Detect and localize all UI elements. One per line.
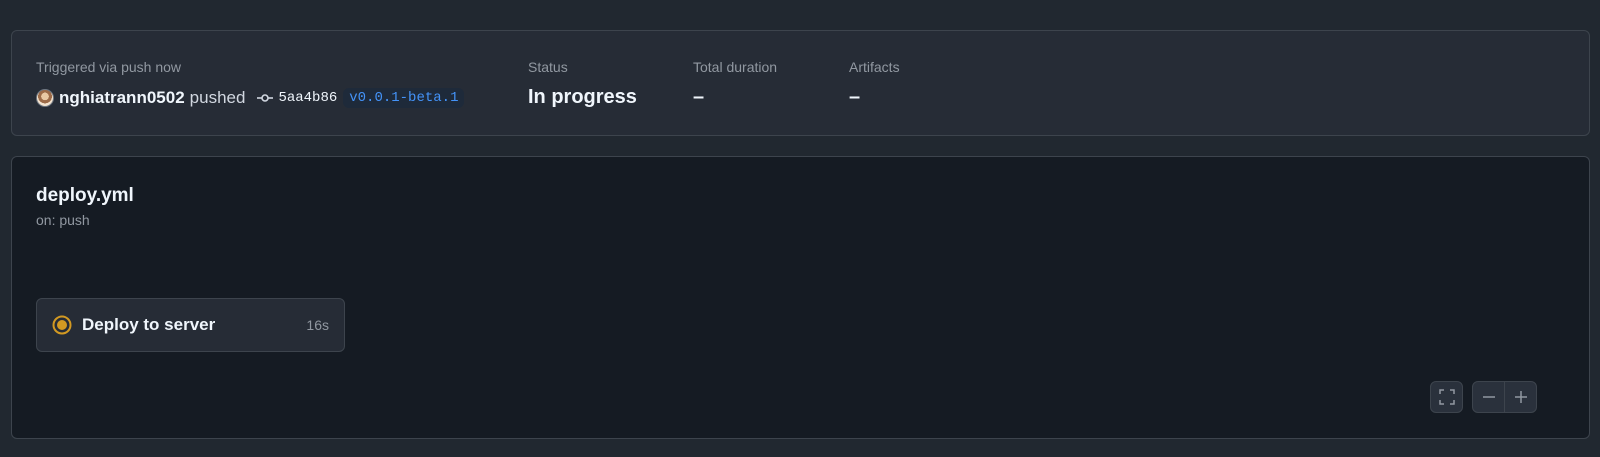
- job-card-deploy[interactable]: Deploy to server 16s: [36, 298, 345, 352]
- zoom-out-icon: [1482, 396, 1495, 398]
- duration-value: –: [693, 86, 705, 108]
- artifacts-label: Artifacts: [849, 59, 900, 75]
- tag-badge[interactable]: v0.0.1-beta.1: [343, 88, 465, 108]
- in-progress-icon: [52, 315, 72, 335]
- workflow-trigger: on: push: [36, 212, 90, 228]
- fullscreen-control: [1430, 381, 1463, 413]
- zoom-in-icon: [1514, 391, 1527, 403]
- fullscreen-icon: [1438, 389, 1455, 405]
- status-section: Status In progress: [528, 58, 637, 109]
- duration-section: Total duration –: [693, 58, 777, 109]
- zoom-controls: [1472, 381, 1537, 413]
- git-commit-icon: [257, 94, 274, 102]
- trigger-details: nghiatrann0502 pushed 5aa4b86 v0.0.1-bet…: [36, 87, 465, 109]
- trigger-section: Triggered via push now nghiatrann0502 pu…: [36, 58, 465, 109]
- status-label: Status: [528, 59, 568, 75]
- status-value: In progress: [528, 86, 637, 108]
- run-summary-panel: Triggered via push now nghiatrann0502 pu…: [11, 30, 1590, 136]
- action-text: pushed: [189, 88, 246, 107]
- fullscreen-button[interactable]: [1431, 382, 1462, 412]
- artifacts-section: Artifacts –: [849, 58, 900, 109]
- zoom-out-button[interactable]: [1473, 382, 1504, 412]
- duration-label: Total duration: [693, 59, 778, 75]
- avatar[interactable]: [36, 89, 54, 107]
- user-link[interactable]: nghiatrann0502: [59, 88, 185, 108]
- workflow-graph-panel: deploy.yml on: push Deploy to server 16s: [11, 156, 1590, 439]
- artifacts-value: –: [849, 86, 861, 108]
- zoom-in-button[interactable]: [1505, 382, 1536, 412]
- job-name: Deploy to server: [82, 315, 216, 334]
- workflow-name: deploy.yml: [36, 185, 134, 206]
- job-elapsed-time: 16s: [306, 317, 329, 333]
- commit-sha-link[interactable]: 5aa4b86: [278, 90, 337, 106]
- trigger-label: Triggered via push now: [36, 59, 182, 75]
